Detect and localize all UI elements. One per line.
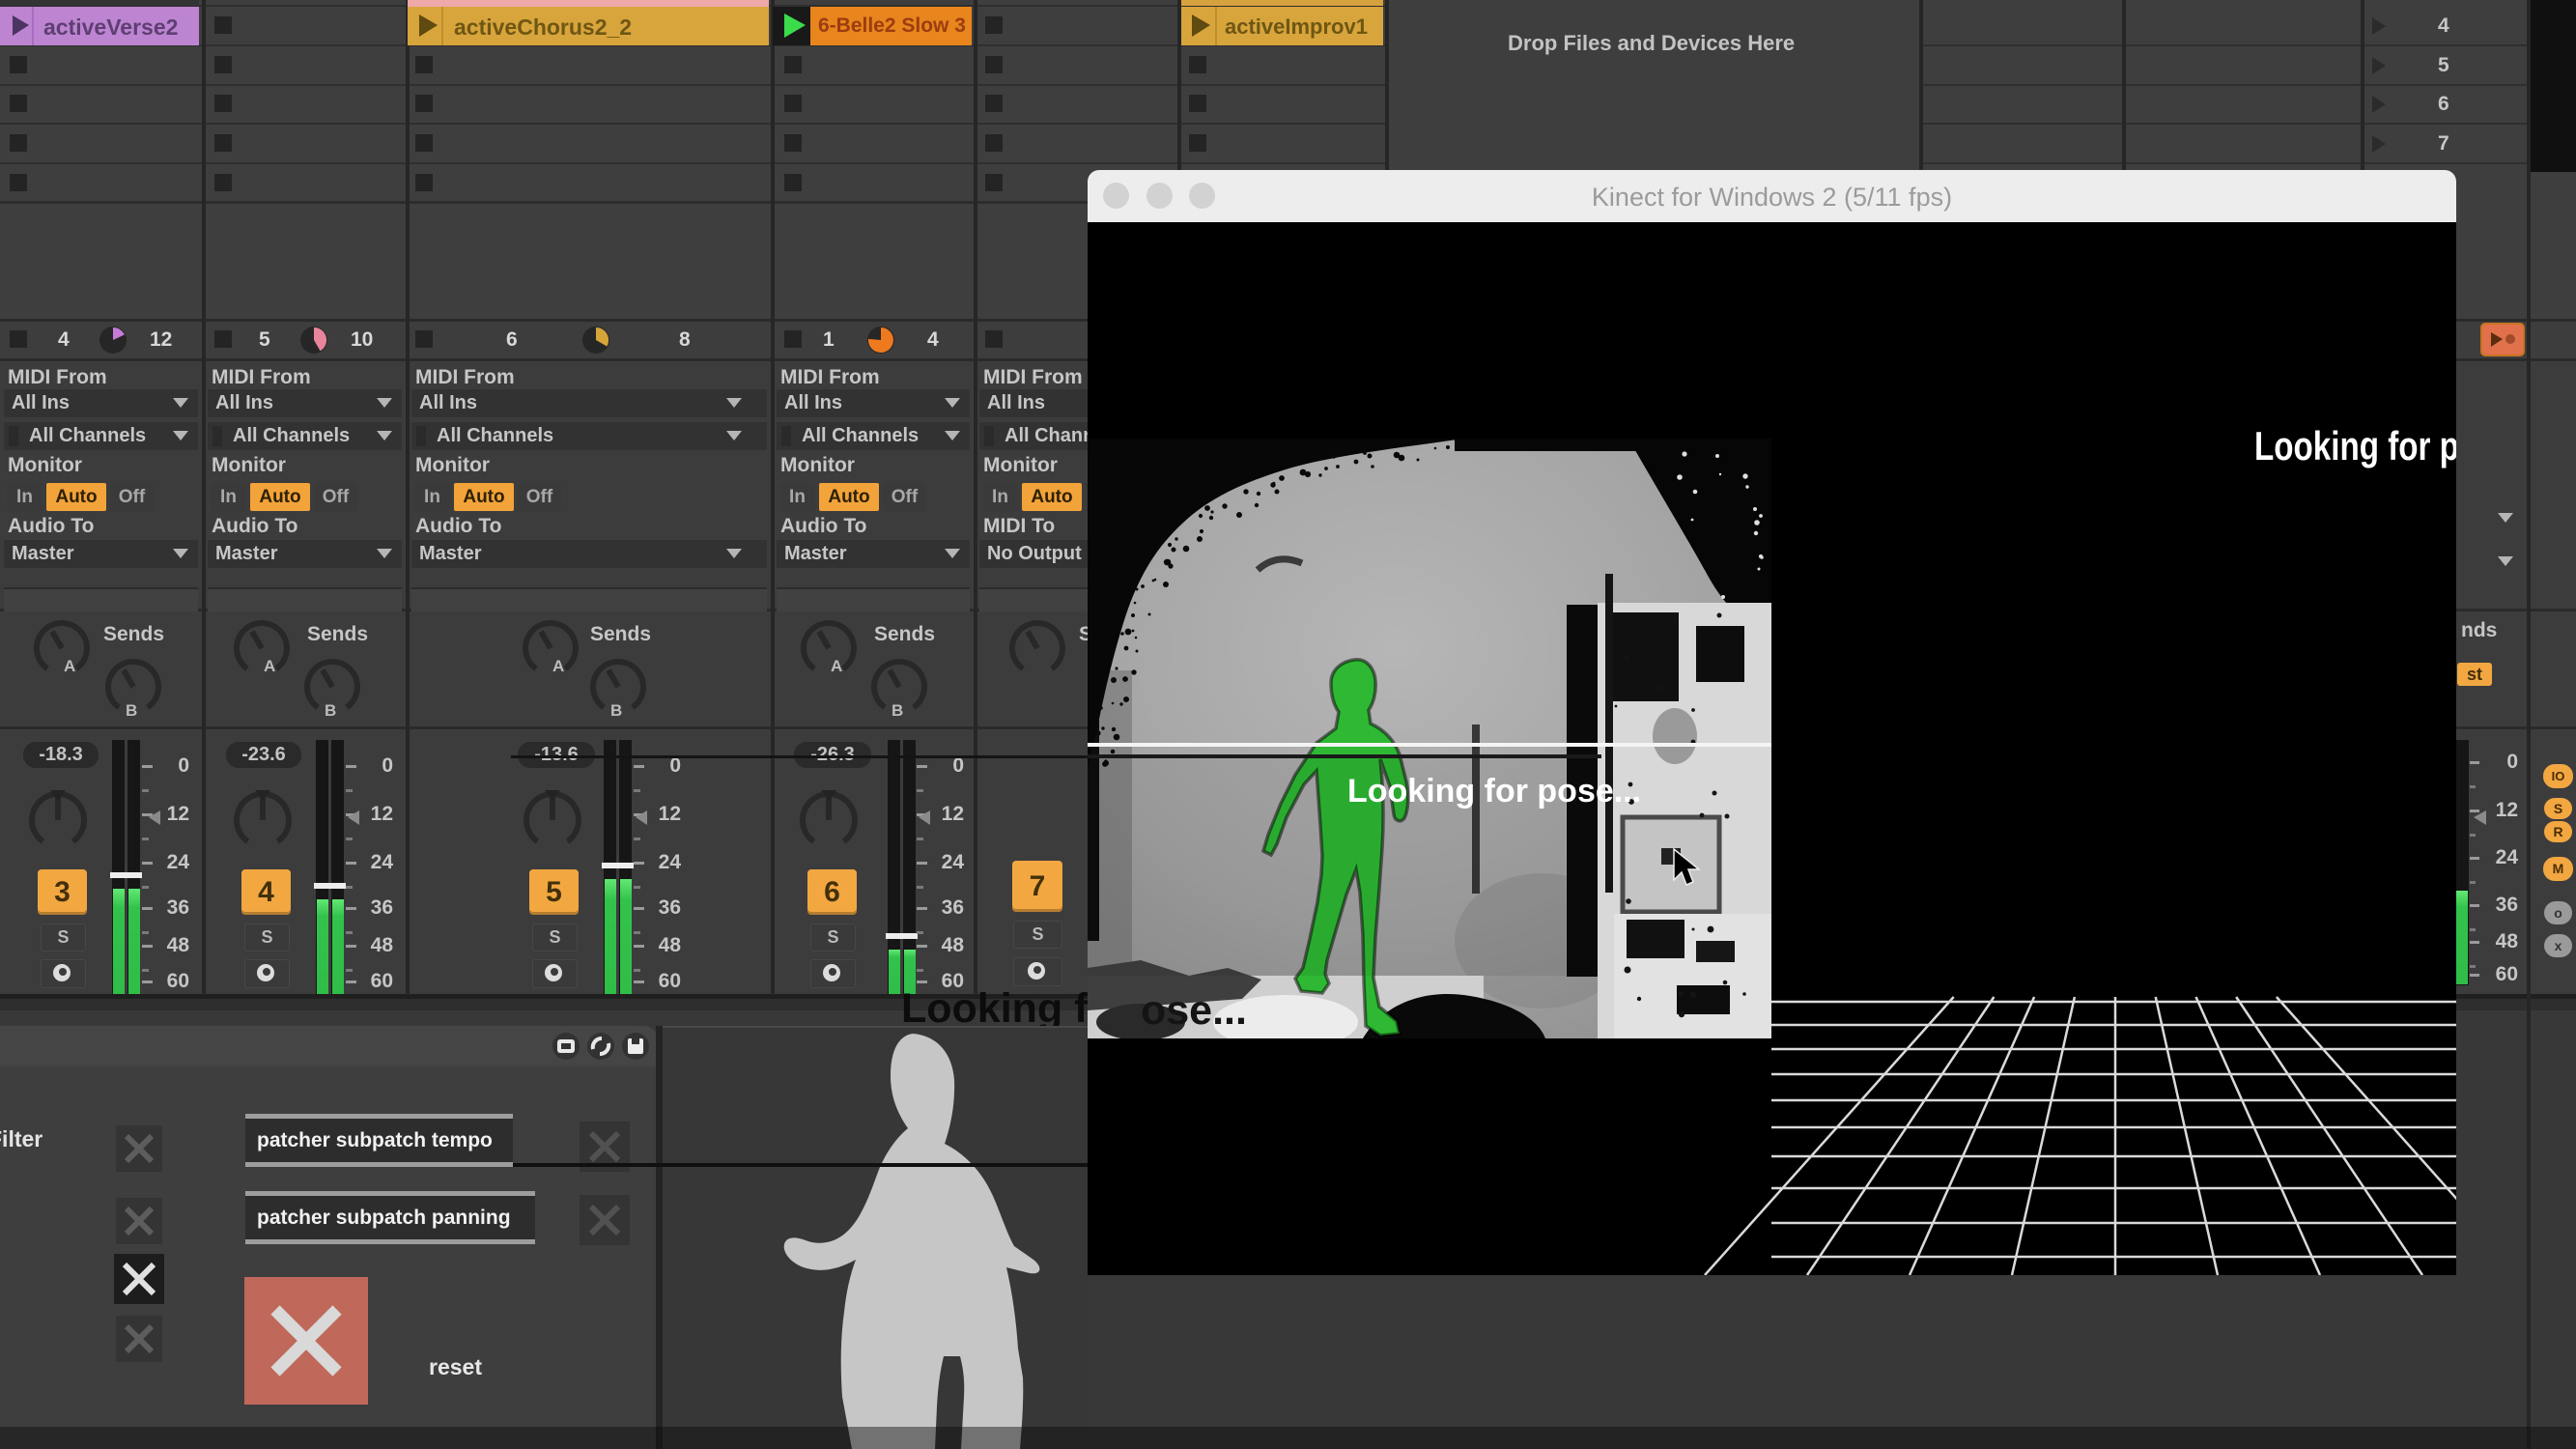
svg-text:ose...: ose... [1141, 987, 1247, 1034]
svg-text:Looking for pose...: Looking for pose... [1347, 773, 1641, 810]
